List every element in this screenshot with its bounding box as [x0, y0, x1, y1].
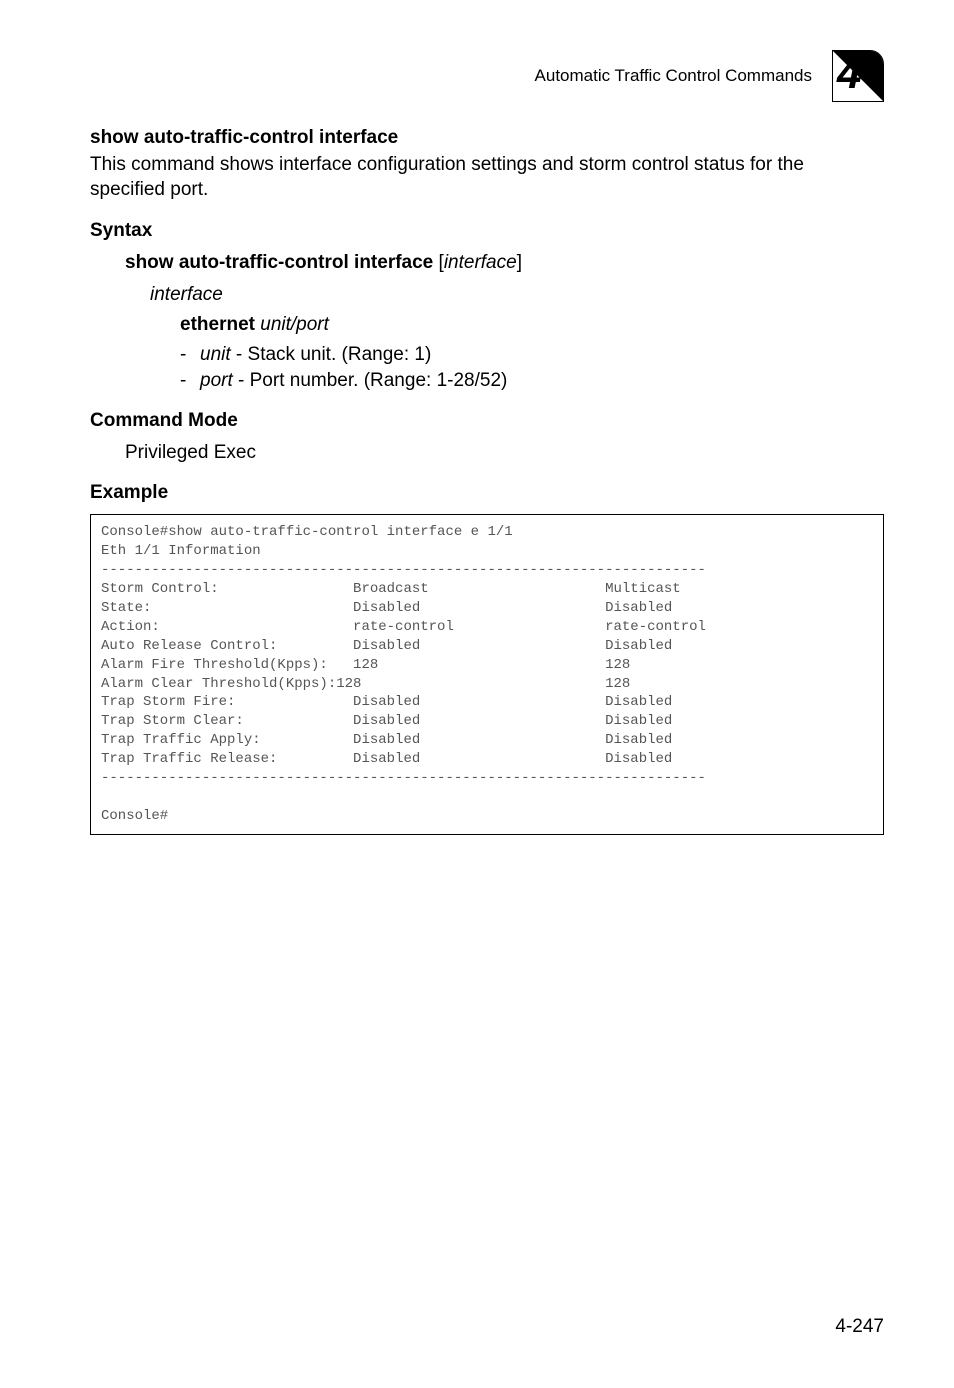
- example-code-block: Console#show auto-traffic-control interf…: [90, 514, 884, 834]
- syntax-command-bold: show auto-traffic-control interface: [125, 252, 433, 273]
- command-mode-value: Privileged Exec: [125, 442, 884, 464]
- example-heading: Example: [90, 482, 884, 504]
- interface-param-label: interface: [150, 284, 884, 306]
- page-header: Automatic Traffic Control Commands 4: [90, 50, 884, 102]
- syntax-bracket-close: ]: [517, 252, 522, 273]
- port-label: port: [200, 370, 233, 391]
- section-title: show auto-traffic-control interface: [90, 127, 884, 149]
- ethernet-args: unit/port: [260, 314, 329, 335]
- page-container: Automatic Traffic Control Commands 4 sho…: [0, 0, 954, 1388]
- port-bullet: - port - Port number. (Range: 1-28/52): [180, 370, 884, 392]
- syntax-heading: Syntax: [90, 220, 884, 242]
- command-mode-heading: Command Mode: [90, 410, 884, 432]
- syntax-command: show auto-traffic-control interface [int…: [125, 252, 884, 274]
- chapter-number: 4: [837, 50, 861, 99]
- unit-desc: - Stack unit. (Range: 1): [231, 344, 432, 365]
- ethernet-line: ethernet unit/port: [180, 314, 884, 336]
- dash-icon: -: [180, 344, 200, 366]
- page-number: 4-247: [835, 1316, 884, 1338]
- unit-label: unit: [200, 344, 231, 365]
- ethernet-bold: ethernet: [180, 314, 255, 335]
- port-desc: - Port number. (Range: 1-28/52): [233, 370, 508, 391]
- unit-bullet: - unit - Stack unit. (Range: 1): [180, 344, 884, 366]
- dash-icon: -: [180, 370, 200, 392]
- section-description: This command shows interface configurati…: [90, 153, 884, 202]
- running-head-text: Automatic Traffic Control Commands: [535, 66, 812, 86]
- syntax-command-arg: interface: [444, 252, 517, 273]
- chapter-box-icon: 4: [832, 50, 884, 102]
